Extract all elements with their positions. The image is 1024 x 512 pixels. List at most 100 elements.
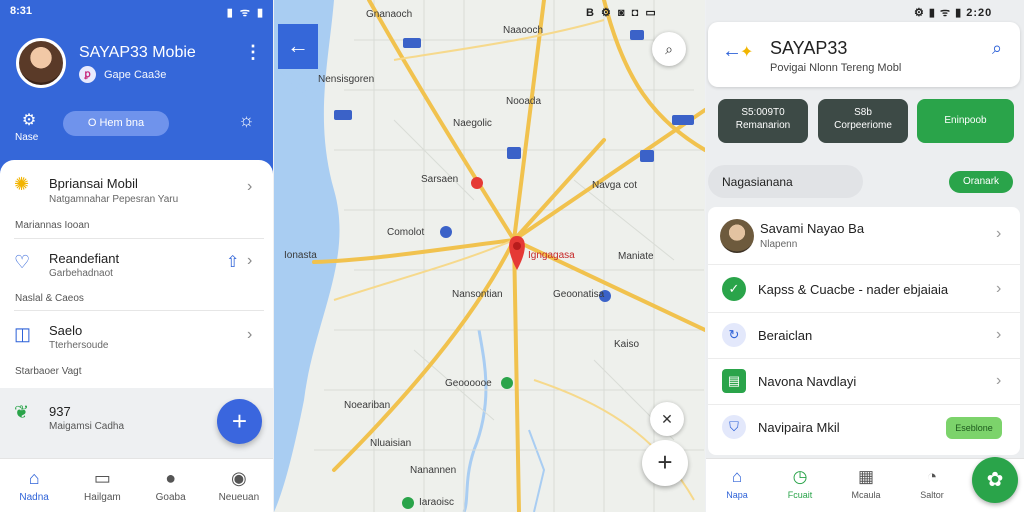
status-time: 8:31 (10, 5, 33, 17)
refresh-icon: ↻ (722, 323, 746, 347)
basket-icon: ◫ (14, 324, 32, 344)
home-pill-button[interactable]: O Hem bna (63, 111, 169, 136)
brightness-icon[interactable]: ☼ (238, 110, 255, 131)
document-icon: ▤ (722, 369, 746, 393)
map-label: Sarsaen (421, 174, 459, 185)
map-label: Nansontian (452, 289, 503, 300)
search-button[interactable]: Oranark (949, 171, 1013, 193)
search-icon[interactable]: ⌕ (992, 38, 1002, 59)
status-badge[interactable]: Eseblone (946, 417, 1002, 439)
map-label: Maniate (618, 251, 654, 262)
section-label: Starbaoer Vagt (15, 366, 82, 377)
chevron-right-icon: › (996, 225, 1002, 242)
list-item[interactable]: ✺ Bpriansai Mobil Natgamnahar Pepesran Y… (0, 172, 273, 212)
map-label: Geoooooe (445, 378, 492, 389)
home-icon: ⌂ (28, 468, 40, 488)
map-label: Nluaisian (370, 438, 412, 449)
profile-title: SAYAP33 Mobie (79, 44, 196, 61)
list-item-title: Reandefiant (49, 251, 120, 266)
list-item-label: Navona Navdlayi (758, 374, 857, 389)
sparkle-icon: ✦ (740, 44, 754, 61)
nav-item-chat[interactable]: ▭ Hailgam (71, 468, 133, 503)
list-item[interactable]: ↻ Beraiclan › (708, 313, 1020, 359)
map-label: Navga cot (592, 180, 638, 191)
chevron-right-icon: › (247, 252, 253, 269)
calendar-icon: ▦ (857, 467, 875, 486)
search-input[interactable]: Nagasianana (708, 165, 863, 198)
stat-chip[interactable]: Eninpoob (917, 99, 1014, 143)
flower-action-button[interactable]: ✿ (972, 457, 1018, 503)
nav-label: Mcaula (851, 490, 881, 500)
chat-icon: ▭ (93, 468, 111, 488)
stat-chip[interactable]: S8b Corpeeriome (818, 99, 908, 143)
nav-item-calendar[interactable]: ▦ Mcaula (838, 467, 894, 500)
map-label: Nanannen (410, 465, 457, 476)
share-icon[interactable]: ⇧ (226, 252, 239, 272)
map-label: Iaraoisc (419, 497, 455, 508)
status-icons: ▮ ᯤ ▮ (226, 7, 265, 19)
more-menu-icon[interactable]: ⋮ (244, 42, 262, 63)
search-icon[interactable]: ⌕ (652, 32, 686, 66)
heart-icon: ♡ (14, 252, 31, 272)
back-arrow-icon[interactable]: ← (722, 40, 742, 63)
nav-item-globe[interactable]: ● Goaba (140, 468, 202, 503)
chip-value: Eninpoob (944, 115, 987, 126)
list-item[interactable]: ♡ Reandefiant Garbehadnaot ⇧ › (0, 248, 273, 288)
nav-label: Nadna (19, 492, 49, 503)
list-item-label: Navipaira Mkil (758, 420, 840, 435)
user-subtitle: Nlapenn (760, 239, 798, 250)
shield-icon: ⛉ (722, 415, 746, 439)
nav-item-settings[interactable]: ◔ Saltor (904, 467, 960, 500)
chevron-right-icon: › (996, 326, 1002, 343)
profile-subtitle-text: Gape Caa3e (104, 68, 167, 81)
nav-item-timer[interactable]: ◷ Fcuait (772, 467, 828, 500)
list-item[interactable]: ▤ Navona Navdlayi › (708, 359, 1020, 405)
list-item[interactable]: ◫ Saelo Tterhersoude › (0, 320, 273, 360)
chip-label: Remanarion (735, 120, 791, 131)
list-item[interactable]: ✓ Kapss & Cuacbe - nader ebjaiaia › (708, 267, 1020, 313)
back-arrow-icon[interactable]: ← (278, 24, 318, 69)
compass-icon[interactable]: ✕ (650, 402, 684, 436)
section-label: Naslal & Caeos (15, 293, 84, 304)
map-view[interactable]: Gnanaoch Naaooch Nensisgoren Nooada Naeg… (274, 0, 705, 512)
list-item-label: Beraiclan (758, 328, 813, 343)
map-label: Geoonatisa (553, 289, 605, 300)
nav-item-home[interactable]: ⌂ Napa (709, 467, 765, 500)
user-row[interactable]: Savami Nayao Ba Nlapenn › (708, 207, 1020, 265)
map-label: Naaooch (503, 25, 544, 36)
nav-label: Napa (726, 490, 748, 500)
bottom-nav: ⌂ Nadna ▭ Hailgam ● Goaba ◉ Neueuan (0, 458, 273, 512)
map-label: Kaiso (614, 339, 640, 350)
leaf-icon: ❦ (14, 402, 30, 422)
list-item-title: Bpriansai Mobil (49, 176, 138, 191)
right-header: ← ✦ SAYAP33 Povigai Nlonn Tereng Mobl ⌕ (708, 22, 1020, 87)
list-item-title: Saelo (49, 323, 83, 338)
list-item-subtitle: Garbehadnaot (49, 268, 113, 279)
chevron-right-icon: › (247, 178, 253, 195)
list-item-subtitle: Natgamnahar Pepesran Yaru (49, 194, 179, 205)
settings-icon[interactable]: ⚙ (16, 110, 42, 130)
add-button[interactable]: + (217, 399, 262, 444)
map-label: Nooada (506, 96, 542, 107)
list-item[interactable]: ⛉ Navipaira Mkil Eseblone (708, 405, 1020, 451)
avatar[interactable] (16, 38, 66, 88)
nav-item-people[interactable]: ◉ Neueuan (208, 468, 270, 503)
right-panel: ⚙ ▮ ᯤ ▮ 2:20 ← ✦ SAYAP33 Povigai Nlonn T… (706, 0, 1024, 512)
left-header: 8:31 ▮ ᯤ ▮ SAYAP33 Mobie ꝑ Gape Caa3e ⋮ … (0, 0, 273, 175)
settings-label: Nase (15, 132, 39, 143)
chip-value: S5:009T0 (741, 107, 785, 118)
nav-item-home[interactable]: ⌂ Nadna (3, 468, 65, 503)
profile-subtitle: ꝑ Gape Caa3e (79, 66, 166, 83)
gauge-icon: ◔ (926, 467, 938, 486)
map-status-icons: B ⚙ ◙ ◘ ▭ (586, 7, 658, 19)
map-label: Noeariban (344, 400, 391, 411)
status-bar: 8:31 ▮ ᯤ ▮ (10, 5, 265, 19)
map-label: Gnanaoch (366, 9, 413, 20)
location-pin[interactable] (509, 236, 525, 270)
chip-label: Corpeeriome (834, 120, 892, 131)
nav-label: Goaba (155, 492, 186, 503)
nav-label: Neueuan (218, 492, 260, 503)
zoom-in-button[interactable]: + (642, 440, 688, 486)
page-subtitle: Povigai Nlonn Tereng Mobl (770, 62, 902, 74)
stat-chip[interactable]: S5:009T0 Remanarion (718, 99, 808, 143)
